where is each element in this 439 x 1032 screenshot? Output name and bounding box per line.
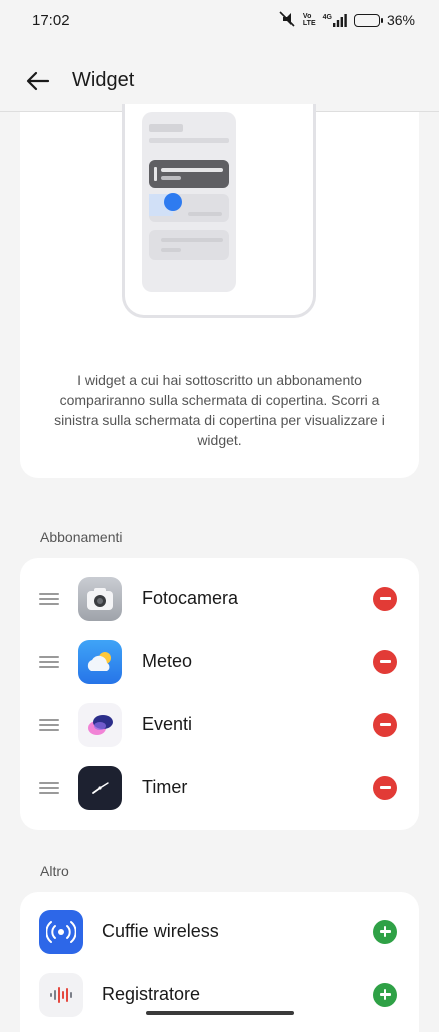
camera-icon [78, 576, 122, 621]
section-label-subscriptions: Abbonamenti [40, 529, 123, 545]
clock-icon [78, 765, 122, 810]
drag-handle-icon[interactable] [39, 718, 59, 731]
add-button[interactable] [373, 919, 397, 944]
remove-button[interactable] [373, 775, 397, 800]
subscription-name: Meteo [142, 651, 193, 671]
battery-icon [353, 13, 383, 27]
cover-screen-illustration [122, 104, 316, 318]
remove-button[interactable] [373, 712, 397, 737]
home-indicator[interactable] [146, 1011, 294, 1015]
drag-handle-icon[interactable] [39, 592, 59, 605]
status-icons: Vo LTE 4G 36% [278, 10, 415, 30]
remove-button[interactable] [373, 586, 397, 611]
widget-illustration [149, 124, 229, 260]
drag-handle-icon[interactable] [39, 781, 59, 794]
volte-top: Vo [302, 13, 312, 20]
events-icon [78, 702, 122, 747]
section-label-other: Altro [40, 863, 69, 879]
other-name: Registratore [102, 984, 201, 1004]
arrow-left-icon[interactable] [26, 68, 52, 94]
signal-label: 4G [322, 13, 332, 21]
intro-card: I widget a cui hai sottoscritto un abbon… [20, 104, 419, 478]
signal-icon: 4G [322, 13, 347, 27]
volte-icon: Vo LTE [303, 13, 316, 27]
volte-bottom: LTE [302, 20, 316, 27]
other-name: Cuffie wireless [102, 921, 219, 941]
weather-icon [78, 639, 122, 684]
intro-description: I widget a cui hai sottoscritto un abbon… [54, 372, 385, 448]
cover-screen-preview [142, 112, 236, 292]
page-title: Widget [72, 69, 135, 91]
other-row-cuffie-wireless: Cuffie wireless [20, 900, 419, 963]
mute-icon [278, 10, 296, 30]
recorder-icon [39, 972, 83, 1017]
subscription-row-fotocamera: Fotocamera [20, 567, 419, 630]
subscription-name: Eventi [142, 714, 193, 734]
status-time: 17:02 [32, 11, 70, 29]
other-row-registratore: Registratore [20, 963, 419, 1026]
add-button[interactable] [373, 982, 397, 1007]
app-header: Widget [0, 50, 439, 112]
subscriptions-list: Fotocamera Meteo Eventi Timer [20, 558, 419, 830]
status-bar: 17:02 Vo LTE 4G 36% [0, 0, 439, 40]
subscription-name: Timer [142, 777, 188, 797]
subscription-name: Fotocamera [142, 588, 239, 608]
remove-button[interactable] [373, 649, 397, 674]
drag-handle-icon[interactable] [39, 655, 59, 668]
battery-percent: 36% [386, 12, 415, 28]
wireless-earbuds-icon [39, 909, 83, 954]
subscription-row-timer: Timer [20, 756, 419, 819]
subscription-row-eventi: Eventi [20, 693, 419, 756]
subscription-row-meteo: Meteo [20, 630, 419, 693]
